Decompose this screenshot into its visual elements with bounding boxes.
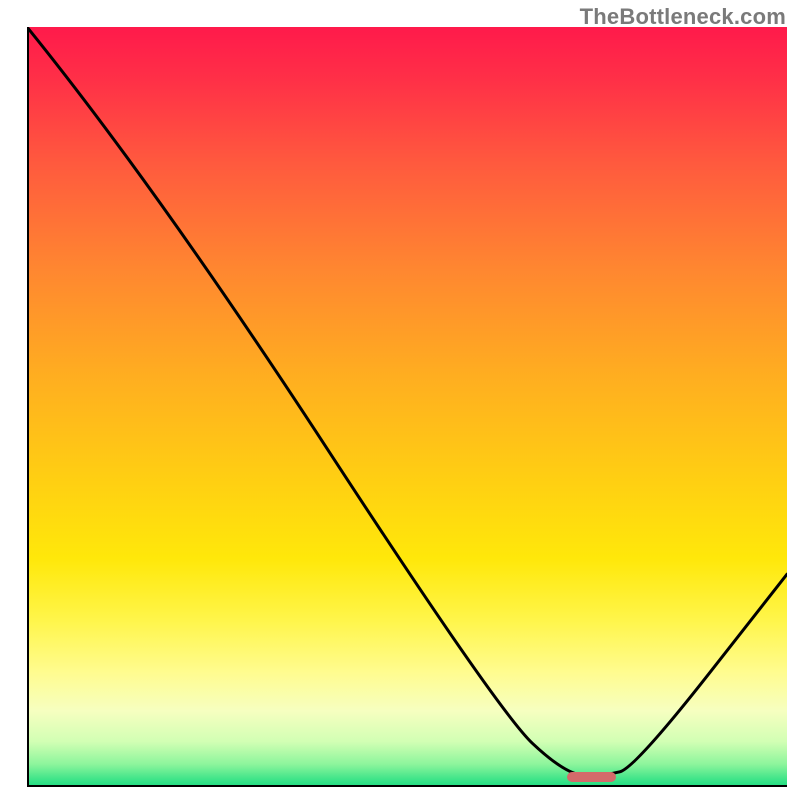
bottleneck-chart: TheBottleneck.com — [0, 0, 800, 800]
plot-area — [27, 27, 787, 787]
axes — [27, 27, 787, 787]
